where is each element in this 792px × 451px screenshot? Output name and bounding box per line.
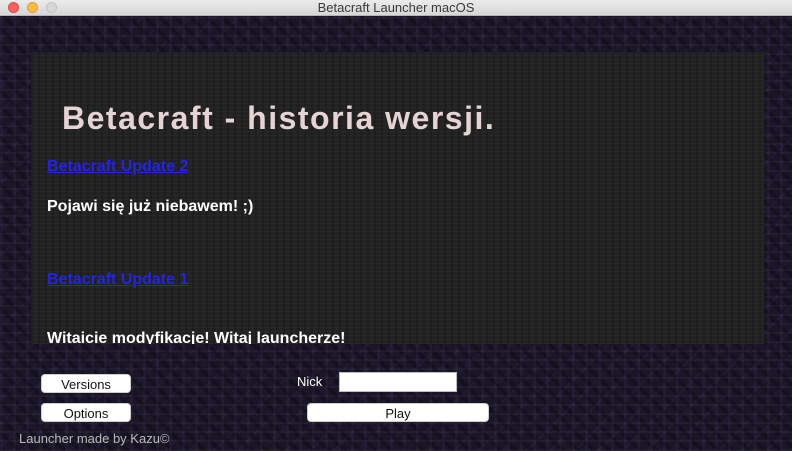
footer-credit: Launcher made by Kazu© bbox=[19, 431, 170, 446]
nick-label: Nick bbox=[297, 374, 323, 389]
news-text-update-1: Witaicie modyfikacje! Witaj launcherze! bbox=[47, 330, 346, 344]
versions-button[interactable]: Versions bbox=[41, 374, 131, 393]
nick-input[interactable] bbox=[339, 372, 457, 392]
news-link-update-2[interactable]: Betacraft Update 2 bbox=[47, 158, 188, 176]
news-heading: Betacraft - historia wersji. bbox=[62, 100, 496, 136]
news-panel: Betacraft - historia wersji. Betacraft U… bbox=[31, 52, 764, 344]
play-button[interactable]: Play bbox=[307, 403, 489, 422]
title-bar: Betacraft Launcher macOS bbox=[0, 0, 792, 16]
window-title: Betacraft Launcher macOS bbox=[317, 0, 475, 15]
options-button[interactable]: Options bbox=[41, 403, 131, 422]
news-link-update-1[interactable]: Betacraft Update 1 bbox=[47, 271, 188, 289]
news-text-update-2: Pojawi się już niebawem! ;) bbox=[47, 198, 254, 215]
